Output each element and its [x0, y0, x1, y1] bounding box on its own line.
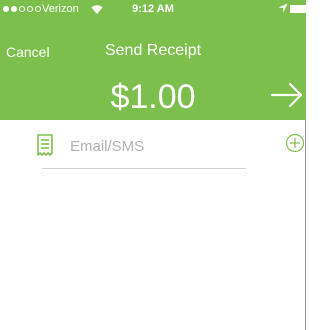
input-underline [42, 168, 246, 169]
arrow-right-icon[interactable] [270, 82, 304, 108]
recipient-row [0, 128, 306, 169]
clock: 9:12 AM [132, 3, 174, 15]
battery-icon [290, 5, 308, 13]
page-title: Send Receipt [104, 42, 202, 59]
amount-display: $1.00 [110, 78, 196, 116]
amount-row: $1.00 [0, 76, 306, 116]
add-circle-icon[interactable] [285, 133, 305, 153]
location-arrow-icon [278, 3, 288, 13]
navigation-bar: Cancel Send Receipt [0, 40, 306, 64]
email-sms-input[interactable] [70, 136, 260, 156]
app-screen: Verizon 9:12 AM Cancel Send Receipt $1.0… [0, 0, 308, 330]
green-header: Verizon 9:12 AM Cancel Send Receipt $1.0… [0, 0, 308, 120]
receipt-icon [37, 134, 53, 156]
status-bar: Verizon 9:12 AM [0, 0, 308, 22]
